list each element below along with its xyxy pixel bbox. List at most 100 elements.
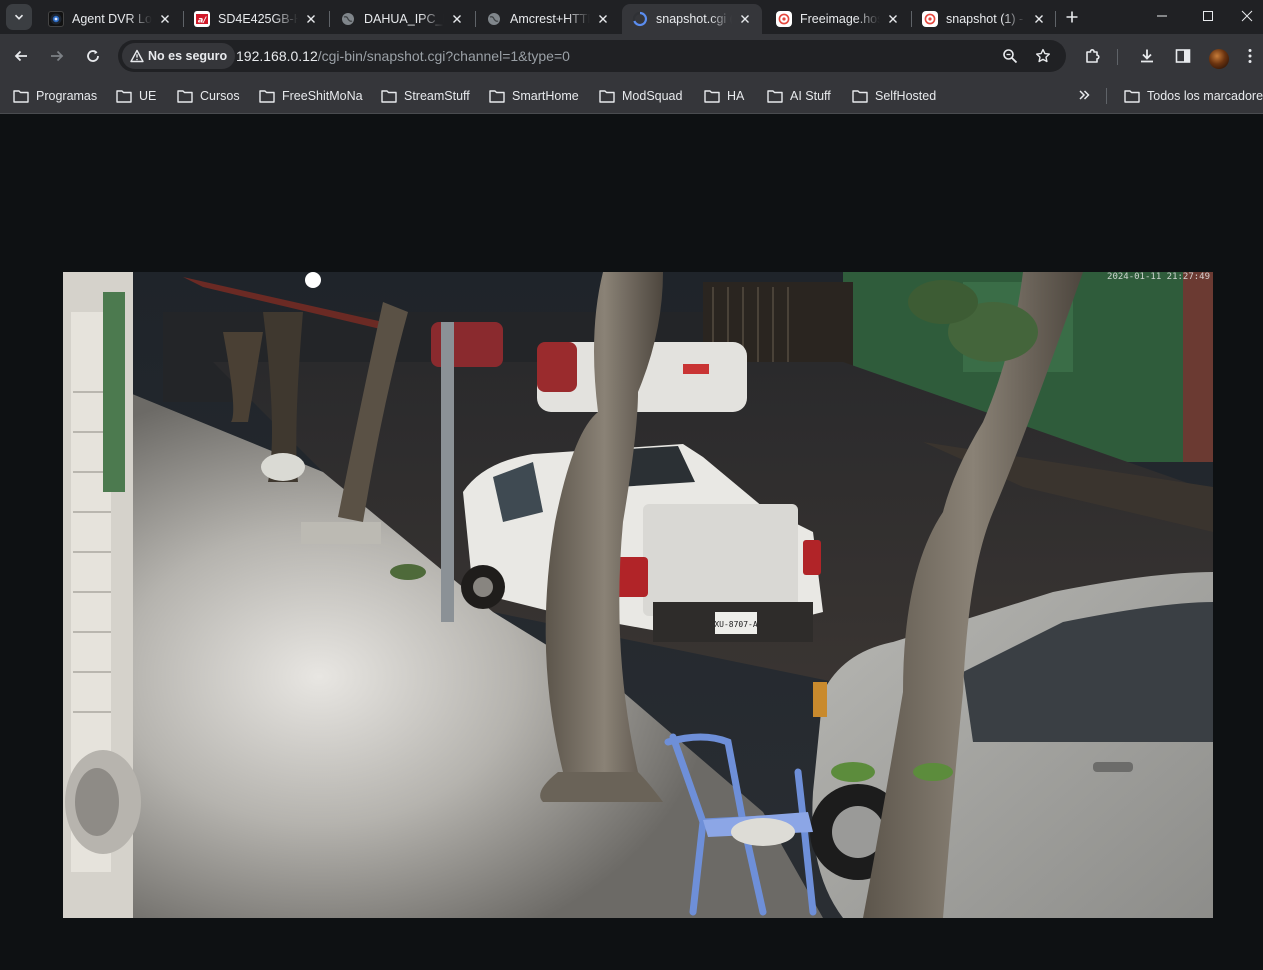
browser-toolbar: No es seguro 192.168.0.12/cgi-bin/snapsh… [0, 34, 1263, 78]
page-viewport: XU-8707-A 2024-01-11 21:27:49 [0, 115, 1263, 970]
tab-agent-dvr[interactable]: Agent DVR Local [38, 4, 182, 34]
agent-dvr-icon [48, 11, 64, 27]
minimize-icon [1157, 15, 1167, 17]
download-icon [1141, 49, 1153, 63]
bookmark-label: ModSquad [622, 89, 683, 103]
tab-snapshot-cgi[interactable]: snapshot.cgi ( [622, 4, 762, 34]
puzzle-icon [1086, 49, 1100, 63]
bookmark-label: FreeShitMoNa [282, 89, 363, 103]
maximize-button[interactable] [1185, 0, 1231, 32]
folder-icon [767, 90, 783, 103]
close-tab-icon[interactable] [448, 10, 466, 28]
bookmark-label: SmartHome [512, 89, 579, 103]
globe-icon [486, 11, 502, 27]
security-indicator[interactable]: No es seguro [122, 43, 236, 69]
bookmark-folder-selfhosted[interactable]: SelfHosted [852, 86, 936, 106]
downloads-button[interactable] [1133, 42, 1161, 70]
arrow-left-icon [14, 50, 27, 62]
freeimage-icon [776, 11, 792, 27]
new-tab-button[interactable] [1060, 5, 1084, 29]
folder-icon [259, 90, 275, 103]
bookmark-label: SelfHosted [875, 89, 937, 103]
back-button[interactable] [7, 42, 35, 70]
folder-icon [116, 90, 132, 103]
tab-title: Agent DVR Local [72, 12, 152, 26]
folder-icon [704, 90, 720, 103]
arrow-right-icon [51, 50, 64, 62]
tab-search-button[interactable] [6, 4, 32, 30]
camera-snapshot-image[interactable]: XU-8707-A 2024-01-11 21:27:49 [63, 272, 1213, 918]
toolbar-divider [1117, 49, 1118, 65]
bookmark-folder-freeshitmona[interactable]: FreeShitMoNa [259, 86, 363, 106]
tab-title: snapshot (1) - [946, 12, 1024, 26]
bookmark-folder-streamstuff[interactable]: StreamStuff [381, 86, 470, 106]
browser-menu-button[interactable] [1240, 42, 1260, 70]
freeimage-icon [922, 11, 938, 27]
close-tab-icon[interactable] [156, 10, 174, 28]
profile-avatar[interactable] [1209, 49, 1229, 69]
folder-icon [177, 90, 193, 103]
bookmark-star-button[interactable] [1031, 44, 1055, 68]
folder-icon [1124, 90, 1140, 103]
side-panel-button[interactable] [1169, 42, 1197, 70]
warning-icon [130, 49, 144, 63]
plus-icon [1066, 11, 1078, 23]
close-tab-icon[interactable] [1030, 10, 1048, 28]
bookmark-label: Cursos [200, 89, 240, 103]
address-bar[interactable]: No es seguro 192.168.0.12/cgi-bin/snapsh… [118, 40, 1066, 72]
folder-icon [381, 90, 397, 103]
tab-sd4e425gb[interactable]: a/ SD4E425GB-HNR [184, 4, 328, 34]
minimize-button[interactable] [1139, 0, 1185, 32]
zoom-icon [1003, 49, 1018, 64]
bookmark-folder-ue[interactable]: UE [116, 86, 156, 106]
tab-amcrest-http[interactable]: Amcrest+HTTP [476, 4, 620, 34]
maximize-icon [1203, 11, 1213, 21]
folder-icon [852, 90, 868, 103]
folder-icon [13, 90, 29, 103]
forward-button[interactable] [43, 42, 71, 70]
extensions-button[interactable] [1079, 42, 1107, 70]
security-label: No es seguro [148, 49, 228, 63]
bookmark-folder-ai-stuff[interactable]: AI Stuff [767, 86, 831, 106]
url-host: 192.168.0.12 [236, 48, 318, 64]
reload-button[interactable] [79, 42, 107, 70]
close-window-button[interactable] [1231, 0, 1263, 32]
close-tab-icon[interactable] [302, 10, 320, 28]
bookmarks-divider [1106, 88, 1107, 104]
tab-dahua-ipc[interactable]: DAHUA_IPC_HTTP [330, 4, 474, 34]
close-tab-icon[interactable] [736, 10, 754, 28]
url-text[interactable]: 192.168.0.12/cgi-bin/snapshot.cgi?channe… [236, 48, 570, 64]
bookmark-label: StreamStuff [404, 89, 470, 103]
tab-title: Amcrest+HTTP [510, 12, 590, 26]
tab-title: snapshot.cgi ( [656, 12, 732, 26]
tab-strip: Agent DVR Local a/ SD4E425GB-HNR DAHUA_I… [0, 0, 1263, 34]
bookmark-folder-cursos[interactable]: Cursos [177, 86, 240, 106]
reload-icon [87, 50, 99, 62]
double-chevron-right-icon [1079, 90, 1090, 100]
zoom-button[interactable] [998, 44, 1022, 68]
all-bookmarks-label: Todos los marcadores [1147, 89, 1263, 103]
side-panel-icon [1175, 49, 1191, 63]
close-tab-icon[interactable] [884, 10, 902, 28]
bookmark-folder-modsquad[interactable]: ModSquad [599, 86, 682, 106]
folder-icon [489, 90, 505, 103]
bookmark-folder-smarthome[interactable]: SmartHome [489, 86, 579, 106]
bookmarks-overflow-button[interactable] [1074, 85, 1094, 105]
folder-icon [599, 90, 615, 103]
loading-icon [632, 11, 648, 27]
bookmark-folder-programas[interactable]: Programas [13, 86, 97, 106]
bookmark-label: UE [139, 89, 157, 103]
all-bookmarks-folder[interactable]: Todos los marcadores [1124, 86, 1263, 106]
bookmark-folder-ha[interactable]: HA [704, 86, 744, 106]
globe-icon [340, 11, 356, 27]
dahua-icon: a/ [194, 11, 210, 27]
tab-snapshot-1[interactable]: snapshot (1) - [912, 4, 1056, 34]
close-tab-icon[interactable] [594, 10, 612, 28]
url-path: /cgi-bin/snapshot.cgi?channel=1&type=0 [317, 48, 570, 64]
tab-freeimage-host[interactable]: Freeimage.host [766, 4, 910, 34]
tab-title: Freeimage.host [800, 12, 880, 26]
tab-title: SD4E425GB-HNR [218, 12, 298, 26]
tab-title: DAHUA_IPC_HTTP [364, 12, 444, 26]
street-scene-illustration: XU-8707-A [63, 272, 1213, 918]
license-plate-text: XU-8707-A [714, 620, 758, 629]
